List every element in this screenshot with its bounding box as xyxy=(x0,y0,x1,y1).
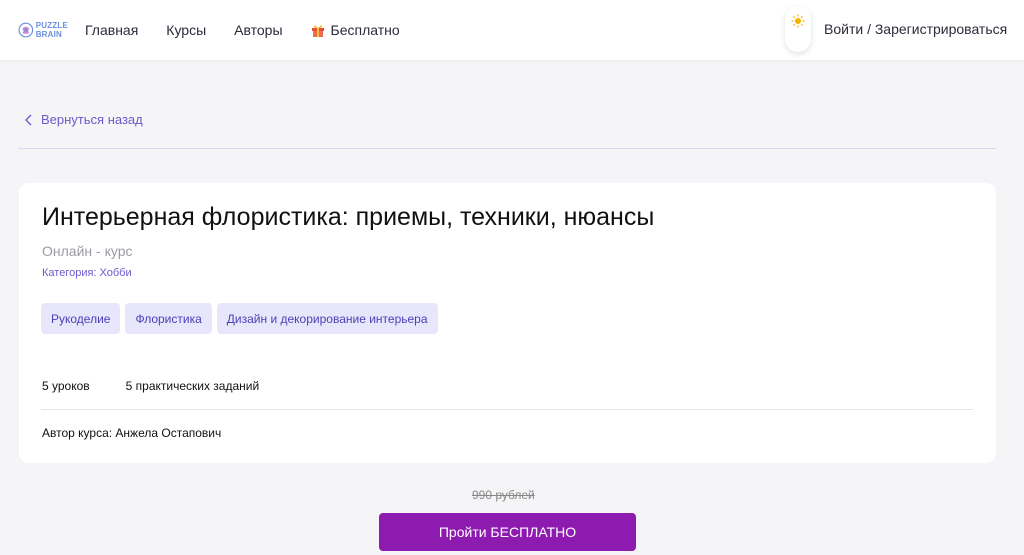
divider xyxy=(18,148,996,149)
tasks-count: 5 практических заданий xyxy=(125,379,260,393)
gift-icon xyxy=(311,25,324,37)
back-link-label: Вернуться назад xyxy=(41,112,143,127)
tag-floristics[interactable]: Флористика xyxy=(125,303,212,334)
course-card: Интерьерная флористика: приемы, техники,… xyxy=(19,183,996,463)
sun-icon xyxy=(791,14,805,28)
course-author: Автор курса: Анжела Остапович xyxy=(42,426,222,440)
logo-text: PUZZLE BRAIN xyxy=(36,21,68,39)
nav-courses[interactable]: Курсы xyxy=(166,22,206,38)
back-link[interactable]: Вернуться назад xyxy=(24,112,143,127)
login-register-link[interactable]: Войти / Зарегистрироваться xyxy=(824,21,1007,37)
puzzle-brain-logo-icon xyxy=(18,22,34,38)
course-category[interactable]: Категория: Хобби xyxy=(42,267,132,279)
lessons-count: 5 уроков xyxy=(42,379,90,393)
theme-toggle[interactable] xyxy=(785,6,811,52)
nav-free-label: Бесплатно xyxy=(330,22,400,38)
card-divider xyxy=(41,409,973,410)
course-tags: Рукоделие Флористика Дизайн и декорирова… xyxy=(41,303,443,334)
site-header: PUZZLE BRAIN Главная Курсы Авторы Беспла… xyxy=(0,0,1024,60)
tag-needlework[interactable]: Рукоделие xyxy=(41,303,121,334)
take-free-button[interactable]: Пройти БЕСПЛАТНО xyxy=(379,513,636,551)
logo-line-2: BRAIN xyxy=(35,30,63,39)
nav-home[interactable]: Главная xyxy=(85,22,138,38)
nav-free[interactable]: Бесплатно xyxy=(311,22,400,38)
logo[interactable]: PUZZLE BRAIN xyxy=(18,15,68,45)
tag-interior-design[interactable]: Дизайн и декорирование интерьера xyxy=(216,303,438,334)
chevron-left-icon xyxy=(25,114,32,125)
logo-line-1: PUZZLE xyxy=(35,21,68,30)
old-price: 990 рублей xyxy=(472,488,535,502)
course-stats: 5 уроков 5 практических заданий xyxy=(42,379,259,393)
course-title: Интерьерная флористика: приемы, техники,… xyxy=(42,203,655,231)
main-nav: Главная Курсы Авторы Бесплатно xyxy=(85,0,428,60)
nav-authors[interactable]: Авторы xyxy=(234,22,282,38)
course-format: Онлайн - курс xyxy=(42,243,133,259)
